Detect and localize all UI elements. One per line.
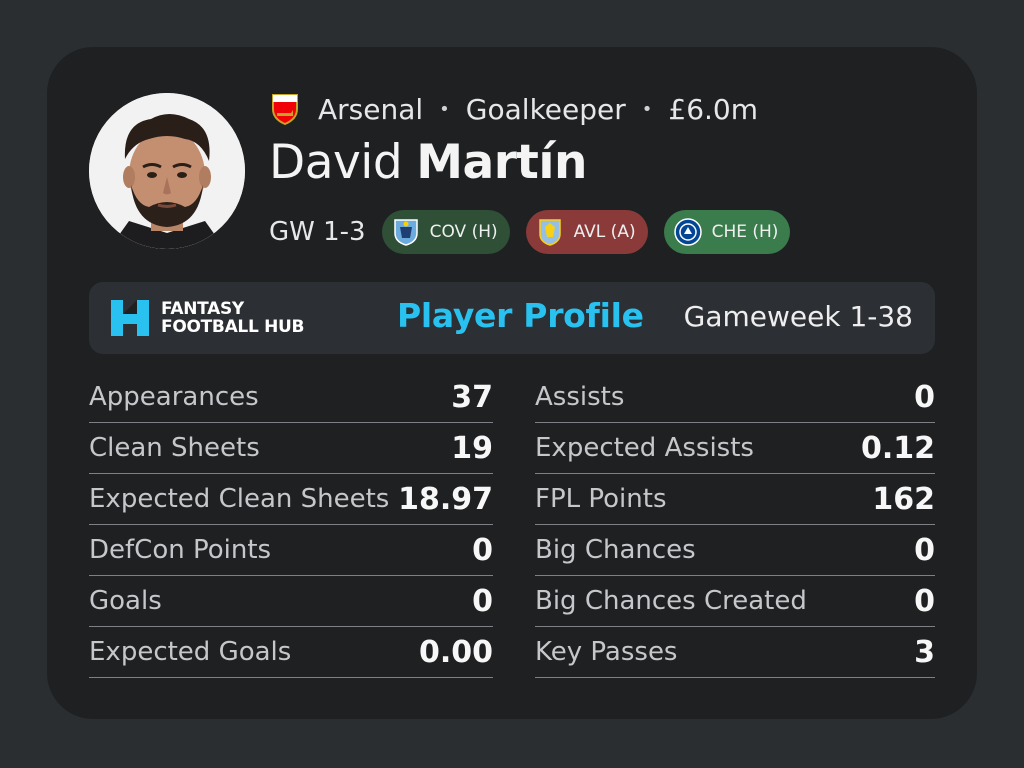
stat-label: Appearances [89, 382, 259, 412]
separator-dot: • [641, 98, 653, 120]
stat-value: 0 [914, 532, 935, 568]
stat-row: Goals 0 [89, 576, 493, 627]
stat-label: Goals [89, 586, 162, 616]
stat-label: Expected Goals [89, 637, 292, 667]
aston-villa-crest-icon [536, 218, 564, 246]
stat-row: Big Chances Created 0 [535, 576, 935, 627]
stat-value: 19 [451, 430, 493, 466]
stat-row: Appearances 37 [89, 372, 493, 423]
brand-line-2: FOOTBALL HUB [161, 317, 305, 337]
page-title: Player Profile [397, 296, 644, 335]
stat-row: Expected Clean Sheets 18.97 [89, 474, 493, 525]
stat-label: Key Passes [535, 637, 678, 667]
gameweek-range: Gameweek 1-38 [683, 300, 913, 333]
player-avatar [89, 93, 245, 249]
stat-label: DefCon Points [89, 535, 272, 565]
player-name: David Martín [269, 133, 587, 193]
stats-table-right: Assists 0 Expected Assists 0.12 FPL Poin… [535, 372, 935, 678]
stat-label: FPL Points [535, 484, 667, 514]
stat-value: 162 [872, 481, 935, 517]
player-first-name: David [269, 135, 403, 190]
stat-value: 0.12 [860, 430, 935, 466]
hub-logo-icon [109, 298, 151, 338]
stat-label: Expected Clean Sheets [89, 484, 390, 514]
stat-row: Big Chances 0 [535, 525, 935, 576]
stat-row: Key Passes 3 [535, 627, 935, 678]
stat-row: Expected Assists 0.12 [535, 423, 935, 474]
player-price: £6.0m [668, 92, 758, 126]
fixtures-label: GW 1-3 [269, 217, 366, 247]
stat-label: Assists [535, 382, 625, 412]
player-meta: Arsenal • Goalkeeper • £6.0m [271, 91, 758, 127]
fixture-text: AVL (A) [573, 222, 636, 242]
stat-label: Big Chances Created [535, 586, 807, 616]
stat-value: 18.97 [398, 481, 493, 517]
fixture-pill[interactable]: COV (H) [381, 210, 510, 254]
stat-label: Big Chances [535, 535, 696, 565]
fantasy-football-hub-logo: FANTASY FOOTBALL HUB [109, 298, 305, 338]
player-profile-card: Arsenal • Goalkeeper • £6.0m David Martín… [47, 47, 977, 719]
stat-value: 0 [914, 379, 935, 415]
player-last-name: Martín [416, 135, 587, 190]
stat-label: Clean Sheets [89, 433, 260, 463]
separator-dot: • [439, 98, 450, 120]
stat-row: DefCon Points 0 [89, 525, 493, 576]
stat-value: 0.00 [418, 634, 493, 670]
fixture-text: CHE (H) [711, 222, 779, 242]
stat-value: 3 [914, 634, 935, 670]
fixture-pill[interactable]: CHE (H) [663, 210, 791, 254]
coventry-crest-icon [392, 218, 420, 246]
club-name: Arsenal [318, 92, 424, 126]
stat-row: FPL Points 162 [535, 474, 935, 525]
stats-table-left: Appearances 37 Clean Sheets 19 Expected … [89, 372, 493, 678]
stat-row: Assists 0 [535, 372, 935, 423]
fixture-pill[interactable]: AVL (A) [525, 210, 648, 254]
stat-value: 0 [914, 583, 935, 619]
player-position: Goalkeeper [465, 92, 626, 126]
fixture-text: COV (H) [429, 222, 498, 242]
fixtures-row: GW 1-3 COV (H) AVL (A) CHE (H) [269, 210, 806, 254]
stat-label: Expected Assists [535, 433, 754, 463]
profile-banner: FANTASY FOOTBALL HUB Player Profile Game… [89, 282, 935, 354]
stat-value: 0 [472, 583, 493, 619]
brand-line-1: FANTASY [161, 299, 244, 319]
stat-value: 0 [472, 532, 493, 568]
stat-row: Clean Sheets 19 [89, 423, 493, 474]
stat-row: Expected Goals 0.00 [89, 627, 493, 678]
stat-value: 37 [451, 379, 493, 415]
chelsea-crest-icon [673, 218, 702, 246]
arsenal-crest-icon [271, 93, 299, 126]
